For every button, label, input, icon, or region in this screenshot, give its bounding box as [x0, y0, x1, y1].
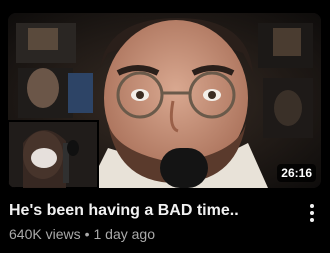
- video-card[interactable]: 26:16 He's been having a BAD time.. 640K…: [0, 0, 330, 253]
- menu-dot: [310, 211, 314, 215]
- upload-age: 1 day ago: [93, 226, 156, 242]
- duration-badge: 26:16: [277, 164, 316, 182]
- thumbnail-image: [8, 13, 321, 188]
- menu-dot: [310, 204, 314, 208]
- video-title[interactable]: He's been having a BAD time..: [9, 201, 289, 221]
- view-count: 640K views: [9, 226, 81, 242]
- menu-dot: [310, 218, 314, 222]
- more-vert-icon[interactable]: [302, 202, 322, 224]
- video-meta: 640K views • 1 day ago: [9, 225, 155, 243]
- meta-separator: •: [84, 226, 90, 242]
- video-thumbnail[interactable]: 26:16: [8, 13, 321, 188]
